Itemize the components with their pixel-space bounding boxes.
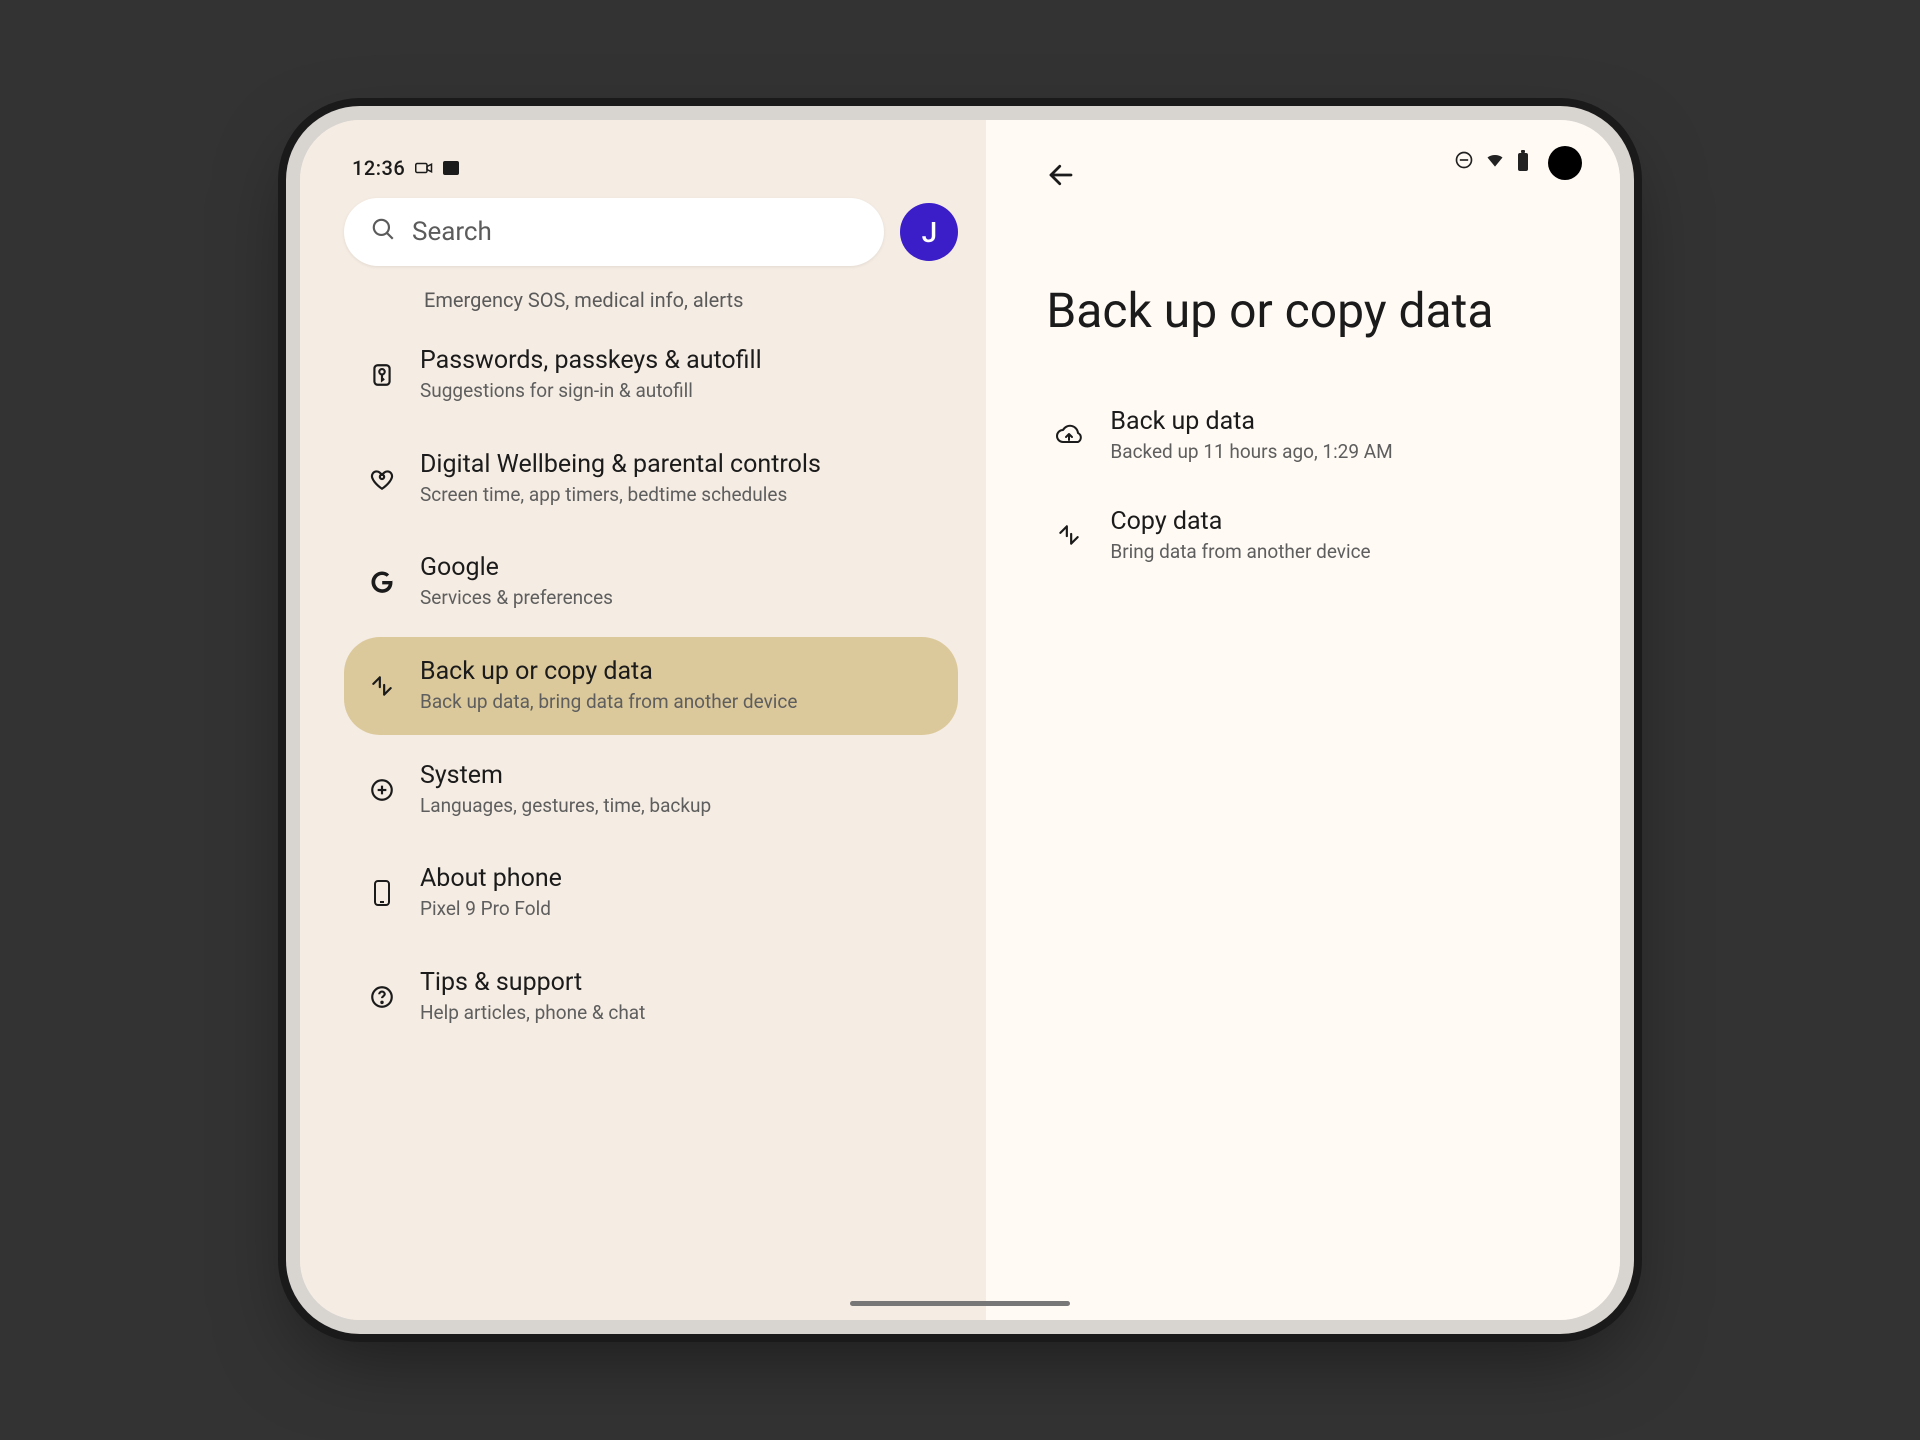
settings-item-subtitle: Back up data, bring data from another de… — [420, 690, 797, 715]
settings-item-title: Passwords, passkeys & autofill — [420, 346, 762, 375]
search-input[interactable]: Search — [344, 198, 884, 266]
detail-item-subtitle: Backed up 11 hours ago, 1:29 AM — [1110, 440, 1392, 463]
settings-item-digital-wellbeing-parental-controls[interactable]: Digital Wellbeing & parental controls Scr… — [344, 430, 958, 528]
info-icon — [366, 774, 398, 806]
settings-item-subtitle: Languages, gestures, time, backup — [420, 794, 711, 819]
cast-indicator-icon — [443, 161, 459, 175]
account-avatar[interactable]: J — [900, 203, 958, 261]
detail-item-subtitle: Bring data from another device — [1110, 540, 1370, 563]
settings-item-system[interactable]: System Languages, gestures, time, backup — [344, 741, 958, 839]
cloud-upload-icon — [1054, 420, 1084, 450]
backup-icon — [366, 670, 398, 702]
settings-item-tips-support[interactable]: Tips & support Help articles, phone & cha… — [344, 948, 958, 1046]
settings-item-subtitle: Services & preferences — [420, 586, 613, 611]
detail-item-title: Copy data — [1110, 507, 1370, 536]
settings-item-subtitle: Suggestions for sign-in & autofill — [420, 379, 762, 404]
settings-item-subtitle: Screen time, app timers, bedtime schedul… — [420, 483, 821, 508]
status-bar-left: 12:36 — [344, 150, 958, 198]
settings-item-about-phone[interactable]: About phone Pixel 9 Pro Fold — [344, 844, 958, 942]
google-icon — [366, 566, 398, 598]
settings-item-subtitle: Pixel 9 Pro Fold — [420, 897, 562, 922]
detail-item-title: Back up data — [1110, 407, 1392, 436]
merge-icon — [1054, 520, 1084, 550]
settings-item-back-up-or-copy-data[interactable]: Back up or copy data Back up data, bring … — [344, 637, 958, 735]
battery-icon — [1516, 150, 1530, 172]
settings-list-pane: 12:36 Search J Emergency SOS, medical in… — [300, 120, 986, 1320]
settings-list: Passwords, passkeys & autofill Suggestion… — [344, 326, 958, 1310]
settings-item-title: Digital Wellbeing & parental controls — [420, 450, 821, 479]
back-button[interactable] — [1046, 160, 1076, 194]
key-icon — [366, 359, 398, 391]
settings-item-google[interactable]: Google Services & preferences — [344, 533, 958, 631]
settings-item-title: System — [420, 761, 711, 790]
settings-item-title: Tips & support — [420, 968, 645, 997]
help-icon — [366, 981, 398, 1013]
detail-item-back-up-data[interactable]: Back up data Backed up 11 hours ago, 1:29… — [1046, 385, 1560, 485]
settings-item-title: Google — [420, 553, 613, 582]
search-placeholder: Search — [412, 217, 492, 247]
wifi-icon — [1484, 150, 1506, 172]
detail-list: Back up data Backed up 11 hours ago, 1:29… — [1046, 385, 1560, 585]
settings-item-title: About phone — [420, 864, 562, 893]
settings-item-safety-subtitle[interactable]: Emergency SOS, medical info, alerts — [344, 282, 958, 326]
front-camera — [1548, 146, 1582, 180]
detail-pane: Back up or copy data Back up data Backed … — [986, 120, 1620, 1320]
camera-indicator-icon — [415, 161, 433, 175]
dnd-icon — [1454, 150, 1474, 172]
gesture-nav-handle[interactable] — [850, 1301, 1070, 1306]
detail-item-copy-data[interactable]: Copy data Bring data from another device — [1046, 485, 1560, 585]
detail-title: Back up or copy data — [1046, 282, 1560, 339]
wellbeing-icon — [366, 463, 398, 495]
avatar-initial: J — [922, 216, 938, 249]
search-icon — [370, 216, 396, 249]
settings-item-subtitle: Help articles, phone & chat — [420, 1001, 645, 1026]
phone-icon — [366, 877, 398, 909]
settings-item-title: Back up or copy data — [420, 657, 797, 686]
settings-item-passwords-passkeys-autofill[interactable]: Passwords, passkeys & autofill Suggestion… — [344, 326, 958, 424]
clock: 12:36 — [352, 156, 405, 180]
status-bar-right — [1454, 150, 1530, 172]
search-row: Search J — [344, 198, 958, 266]
device-frame: 12:36 Search J Emergency SOS, medical in… — [300, 120, 1620, 1320]
